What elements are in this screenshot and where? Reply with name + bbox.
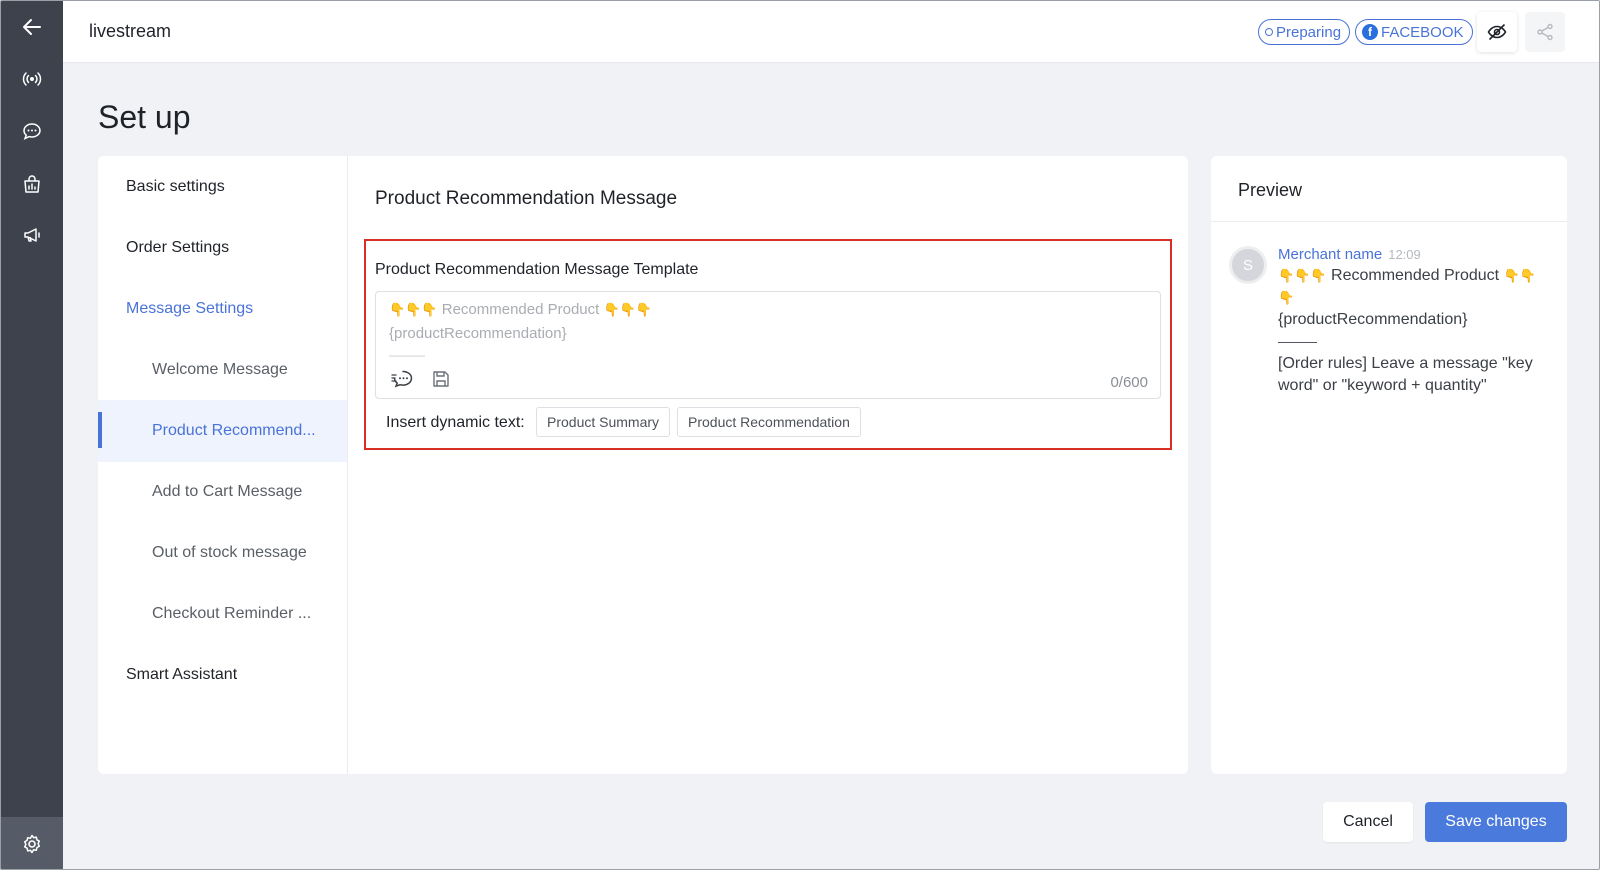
- preview-line-1-text: Recommended Product: [1331, 267, 1500, 284]
- preview-line-3: ———: [1278, 334, 1317, 349]
- nav-add-to-cart[interactable]: Add to Cart Message: [98, 461, 347, 523]
- app-window: livestream Preparing f FACEBOOK Set up B…: [0, 0, 1600, 870]
- nav-order-settings[interactable]: Order Settings: [98, 217, 347, 279]
- nav-label: Message Settings: [126, 300, 254, 317]
- nav-checkout-reminder[interactable]: Checkout Reminder ...: [98, 583, 347, 645]
- platform-badge-label: FACEBOOK: [1381, 23, 1464, 41]
- share-button[interactable]: [1525, 12, 1565, 52]
- nav-label: Welcome Message: [152, 361, 288, 378]
- dynamic-text-label: Insert dynamic text:: [386, 414, 525, 431]
- status-badge-label: Preparing: [1276, 23, 1342, 41]
- facebook-icon: f: [1362, 24, 1378, 40]
- settings-gear-icon[interactable]: [1, 817, 63, 869]
- message-template-editor[interactable]: 👇👇👇 Recommended Product 👇👇👇 {productReco…: [375, 291, 1161, 399]
- preview-line-1b: 👇: [1278, 287, 1548, 309]
- pointing-down-emoji: 👇👇👇: [603, 302, 653, 317]
- pointing-down-emoji: 👇👇👇: [389, 302, 438, 317]
- chat-bubble-icon[interactable]: [12, 111, 52, 151]
- editor-line-1: 👇👇👇 Recommended Product 👇👇👇: [389, 301, 652, 318]
- megaphone-icon[interactable]: [12, 215, 52, 255]
- editor-line-2: {productRecommendation}: [389, 325, 567, 342]
- cancel-button[interactable]: Cancel: [1323, 802, 1413, 842]
- broadcast-icon[interactable]: [12, 59, 52, 99]
- settings-subnav: Basic settings Order Settings Message Se…: [98, 156, 348, 774]
- quick-reply-icon[interactable]: [390, 368, 416, 390]
- editor-line-1-text: Recommended Product: [441, 301, 600, 318]
- save-template-icon[interactable]: [428, 368, 454, 390]
- template-label: Product Recommendation Message Template: [375, 261, 699, 278]
- merchant-name: Merchant name: [1278, 246, 1383, 263]
- insert-product-summary-button[interactable]: Product Summary: [536, 407, 671, 437]
- settings-card: Basic settings Order Settings Message Se…: [98, 156, 1188, 774]
- nav-label: Product Recommend...: [152, 422, 316, 439]
- left-rail: [1, 1, 63, 869]
- editor-line-3: ———: [389, 348, 425, 362]
- nav-label: Add to Cart Message: [152, 483, 303, 500]
- avatar: S: [1229, 246, 1267, 284]
- shopping-bag-chart-icon[interactable]: [12, 164, 52, 204]
- hide-preview-button[interactable]: [1477, 12, 1517, 52]
- nav-label: Smart Assistant: [126, 666, 238, 683]
- preview-title: Preview: [1211, 156, 1567, 222]
- nav-label: Checkout Reminder ...: [152, 605, 312, 622]
- nav-product-recommendation[interactable]: Product Recommend...: [98, 400, 347, 462]
- nav-smart-assistant[interactable]: Smart Assistant: [98, 644, 347, 706]
- pointing-down-emoji: 👇👇👇: [1278, 268, 1327, 283]
- status-badge: Preparing: [1258, 19, 1351, 45]
- back-arrow-icon[interactable]: [12, 7, 52, 47]
- pointing-down-emoji: 👇👇: [1503, 268, 1536, 283]
- nav-label: Out of stock message: [152, 544, 307, 561]
- nav-welcome-message[interactable]: Welcome Message: [98, 339, 347, 401]
- nav-label: Basic settings: [126, 178, 225, 195]
- top-header: livestream Preparing f FACEBOOK: [63, 1, 1599, 63]
- nav-basic-settings[interactable]: Basic settings: [98, 156, 347, 218]
- merchant-name-row: Merchant name 12:09: [1278, 246, 1421, 263]
- nav-out-of-stock[interactable]: Out of stock message: [98, 522, 347, 584]
- nav-message-settings[interactable]: Message Settings: [98, 278, 347, 340]
- header-title: livestream: [89, 21, 172, 41]
- page-title: Set up: [98, 99, 191, 135]
- pointing-down-emoji: 👇: [1278, 290, 1295, 305]
- character-counter: 0/600: [1110, 374, 1148, 391]
- platform-badge: f FACEBOOK: [1355, 19, 1473, 45]
- nav-label: Order Settings: [126, 239, 230, 256]
- insert-product-recommendation-button[interactable]: Product Recommendation: [677, 407, 861, 437]
- status-dot-icon: [1265, 28, 1273, 36]
- preview-panel: Preview S Merchant name 12:09 👇👇👇 Recomme…: [1211, 156, 1567, 774]
- template-section-highlight: Product Recommendation Message Template …: [364, 239, 1172, 450]
- section-title: Product Recommendation Message: [375, 188, 678, 209]
- share-icon: [1537, 23, 1553, 41]
- preview-line-4: [Order rules] Leave a message "key word"…: [1278, 355, 1533, 394]
- preview-line-1: 👇👇👇 Recommended Product 👇👇: [1278, 265, 1548, 287]
- save-changes-button[interactable]: Save changes: [1425, 802, 1567, 842]
- eye-off-icon: [1487, 24, 1507, 40]
- message-time: 12:09: [1388, 247, 1421, 262]
- preview-line-2: {productRecommendation}: [1278, 311, 1468, 328]
